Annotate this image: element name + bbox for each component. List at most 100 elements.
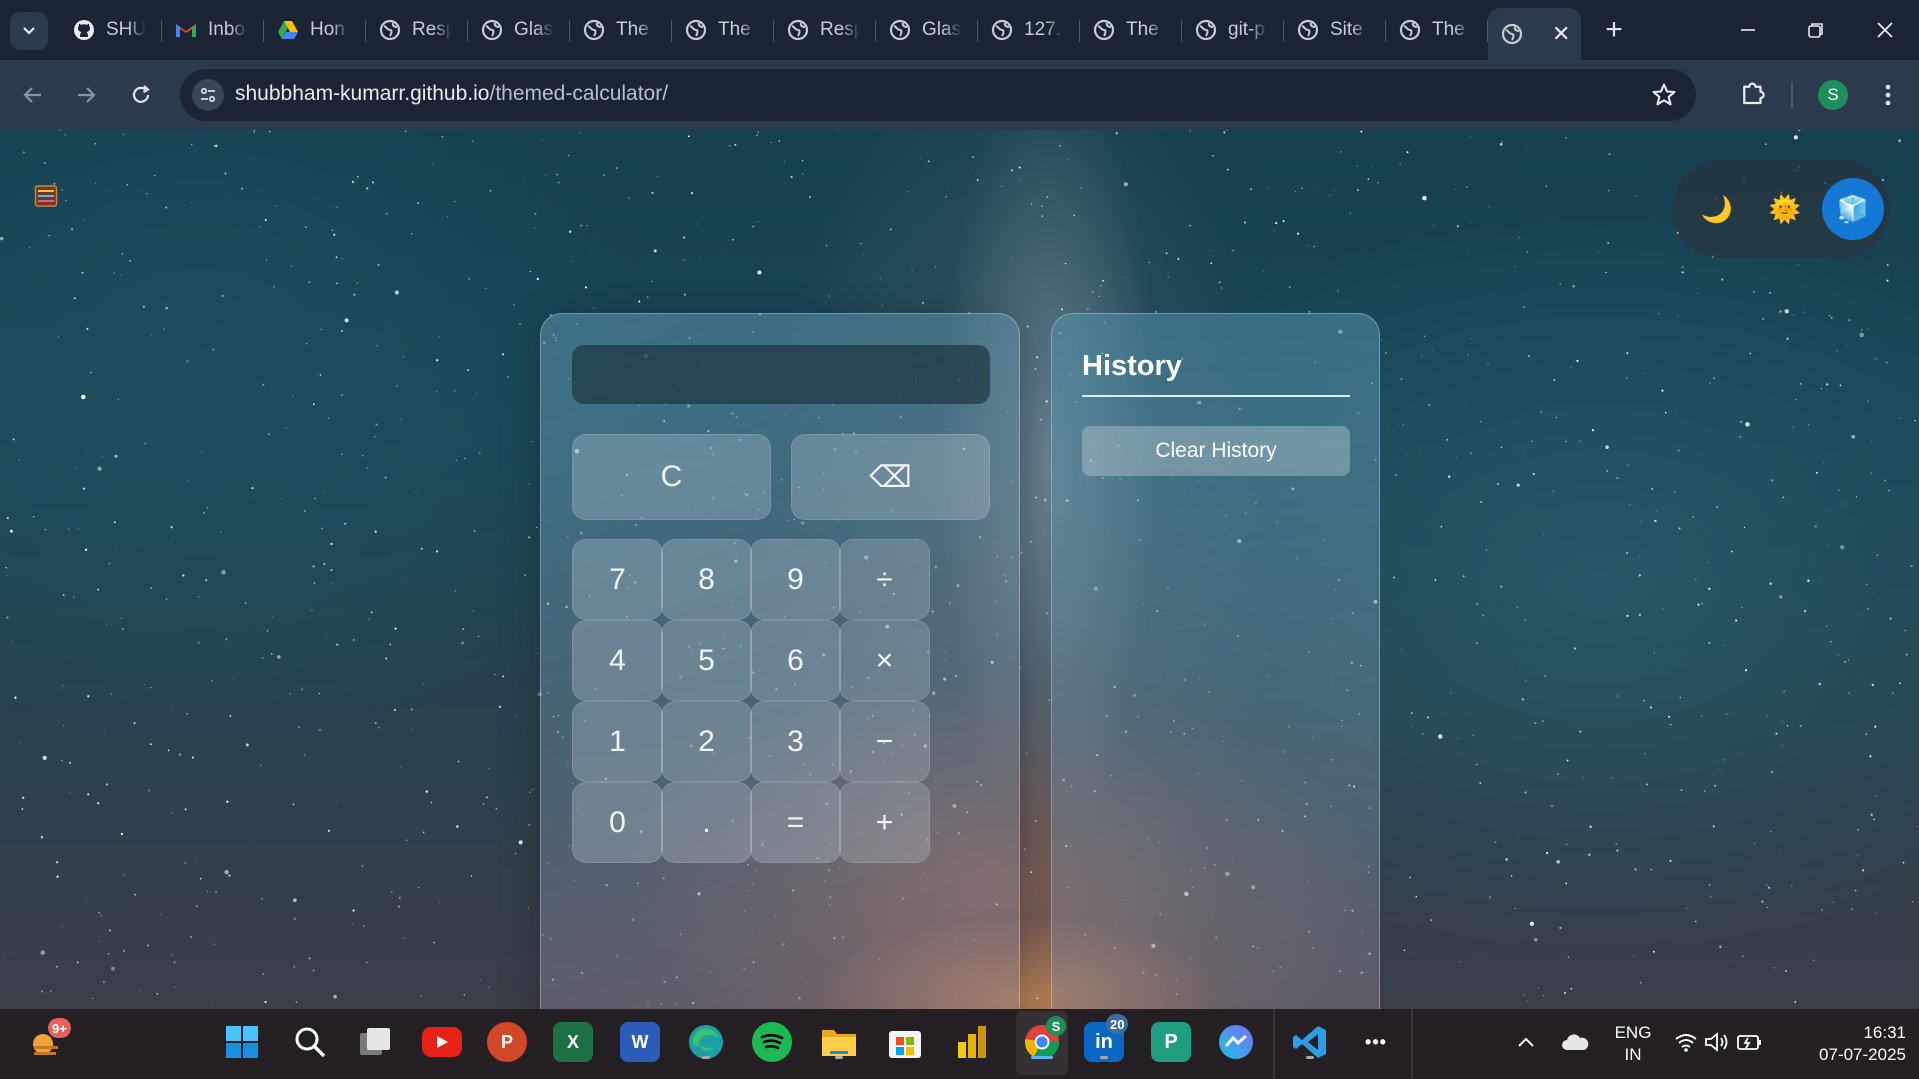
profile-avatar[interactable]: S <box>1818 80 1848 110</box>
digit-key[interactable]: 5 <box>661 620 752 701</box>
task-view-button[interactable] <box>355 1022 395 1062</box>
digit-key[interactable]: 1 <box>572 701 663 782</box>
pycharm-icon: P <box>1164 1030 1178 1053</box>
operator-key[interactable]: ÷ <box>839 539 930 620</box>
digit-key[interactable]: 4 <box>572 620 663 701</box>
calculator-display <box>572 345 990 404</box>
vscode-app[interactable] <box>1290 1022 1330 1062</box>
reload-button[interactable] <box>123 77 159 113</box>
battery-charging-icon <box>1737 1035 1761 1050</box>
tab-search-button[interactable] <box>10 12 48 50</box>
clock[interactable]: 16:31 07-07-2025 <box>1786 1022 1912 1066</box>
tab-title: Site <box>1330 19 1363 40</box>
globe-icon <box>1398 18 1422 42</box>
chrome-app[interactable]: S <box>1022 1016 1066 1062</box>
calculator-panel: C ⌫ 7 8 9 ÷ 4 5 6 × 1 2 3− 0. = + <box>540 313 1020 1009</box>
digit-key[interactable]: 2 <box>661 701 752 782</box>
minimize-button[interactable] <box>1714 0 1782 60</box>
browser-tab[interactable]: The <box>1386 8 1488 52</box>
back-button[interactable] <box>15 77 51 113</box>
address-bar[interactable]: shubbham-kumarr.github.io/themed-calcula… <box>180 69 1696 121</box>
digit-key[interactable]: 7 <box>572 539 663 620</box>
operator-key[interactable]: + <box>839 782 930 863</box>
browser-tab[interactable]: The <box>570 8 672 52</box>
edge-app[interactable] <box>686 1022 726 1062</box>
powerpoint-app[interactable]: P <box>487 1022 527 1062</box>
digit-key[interactable]: 0 <box>572 782 663 863</box>
show-hidden-icons-button[interactable] <box>1506 1022 1546 1062</box>
tab-title: SHU <box>106 19 146 40</box>
tab-title: Glas <box>514 19 554 40</box>
linkedin-app[interactable]: in 20 <box>1084 1014 1129 1062</box>
bookmark-star-button[interactable] <box>1650 81 1678 109</box>
digit-key[interactable]: 3 <box>750 701 841 782</box>
digit-key[interactable]: 6 <box>750 620 841 701</box>
digit-key[interactable]: 8 <box>661 539 752 620</box>
globe-icon <box>684 18 708 42</box>
restore-button[interactable] <box>1782 0 1850 60</box>
browser-tab[interactable]: Site <box>1284 8 1386 52</box>
operator-key[interactable]: × <box>839 620 930 701</box>
gmail-icon <box>174 18 198 42</box>
excel-app[interactable]: X <box>553 1022 593 1062</box>
pycharm-app[interactable]: P <box>1151 1022 1191 1062</box>
browser-tab[interactable]: Inbo <box>162 8 264 52</box>
microsoft-store-app[interactable] <box>885 1022 925 1062</box>
browser-tab[interactable]: The <box>672 8 774 52</box>
cloud-icon <box>1562 1034 1589 1050</box>
browser-tab[interactable]: 127. <box>978 8 1080 52</box>
glass-theme-button[interactable]: 🧊 <box>1822 178 1884 240</box>
reload-icon <box>132 85 150 103</box>
youtube-app[interactable] <box>422 1027 462 1057</box>
active-browser-tab[interactable]: ✕ <box>1488 8 1581 60</box>
close-window-button[interactable] <box>1851 0 1919 60</box>
windows-logo-icon <box>226 1026 258 1058</box>
language-indicator[interactable]: ENG IN <box>1608 1022 1658 1066</box>
new-tab-button[interactable]: + <box>1598 13 1630 46</box>
globe-icon <box>1194 18 1218 42</box>
volume-icon <box>1705 1032 1728 1052</box>
taskbar-separator <box>1411 1009 1413 1079</box>
running-indicator <box>835 1056 843 1059</box>
clear-button[interactable]: C <box>572 434 771 520</box>
onedrive-button[interactable] <box>1555 1022 1595 1062</box>
browser-menu-button[interactable] <box>1873 78 1903 112</box>
url-path: /themed-calculator/ <box>489 82 669 105</box>
digit-key[interactable]: . <box>661 782 752 863</box>
quick-settings-button[interactable] <box>1670 1022 1766 1062</box>
dark-theme-button[interactable]: 🌙 <box>1686 178 1748 240</box>
digit-key[interactable]: 9 <box>750 539 841 620</box>
close-tab-icon[interactable]: ✕ <box>1552 21 1570 47</box>
forward-button[interactable] <box>68 77 104 113</box>
messenger-app[interactable] <box>1216 1022 1256 1062</box>
backspace-button[interactable]: ⌫ <box>791 434 990 520</box>
browser-tab[interactable]: Resp <box>366 8 468 52</box>
weather-widget[interactable]: 9+ <box>26 1018 71 1064</box>
operator-key[interactable]: − <box>839 701 930 782</box>
power-bi-app[interactable] <box>952 1022 992 1062</box>
digit-key[interactable]: = <box>750 782 841 863</box>
more-apps-button[interactable]: ••• <box>1356 1022 1396 1062</box>
browser-tab[interactable]: Hon <box>264 8 366 52</box>
file-explorer-app[interactable] <box>819 1022 859 1062</box>
light-theme-button[interactable]: 🌞 <box>1754 178 1816 240</box>
browser-tab[interactable]: Glas <box>876 8 978 52</box>
browser-tab[interactable]: Resp <box>774 8 876 52</box>
wifi-icon <box>1675 1034 1697 1052</box>
browser-tab[interactable]: The <box>1080 8 1182 52</box>
url-text[interactable]: shubbham-kumarr.github.io/themed-calcula… <box>235 82 668 106</box>
spotify-app[interactable] <box>752 1022 792 1062</box>
search-button[interactable] <box>290 1022 330 1062</box>
running-indicator <box>1100 1056 1108 1059</box>
browser-tab[interactable]: git-p <box>1182 8 1284 52</box>
browser-tab[interactable]: Glas <box>468 8 570 52</box>
start-button[interactable] <box>222 1022 262 1062</box>
extensions-button[interactable] <box>1738 78 1772 112</box>
browser-tab[interactable]: SHU <box>60 8 162 52</box>
power-bi-icon <box>958 1026 986 1058</box>
globe-icon <box>378 18 402 42</box>
word-app[interactable]: W <box>620 1022 660 1062</box>
site-info-button[interactable] <box>192 79 224 111</box>
clear-history-button[interactable]: Clear History <box>1082 426 1350 476</box>
running-indicator <box>702 1056 710 1059</box>
